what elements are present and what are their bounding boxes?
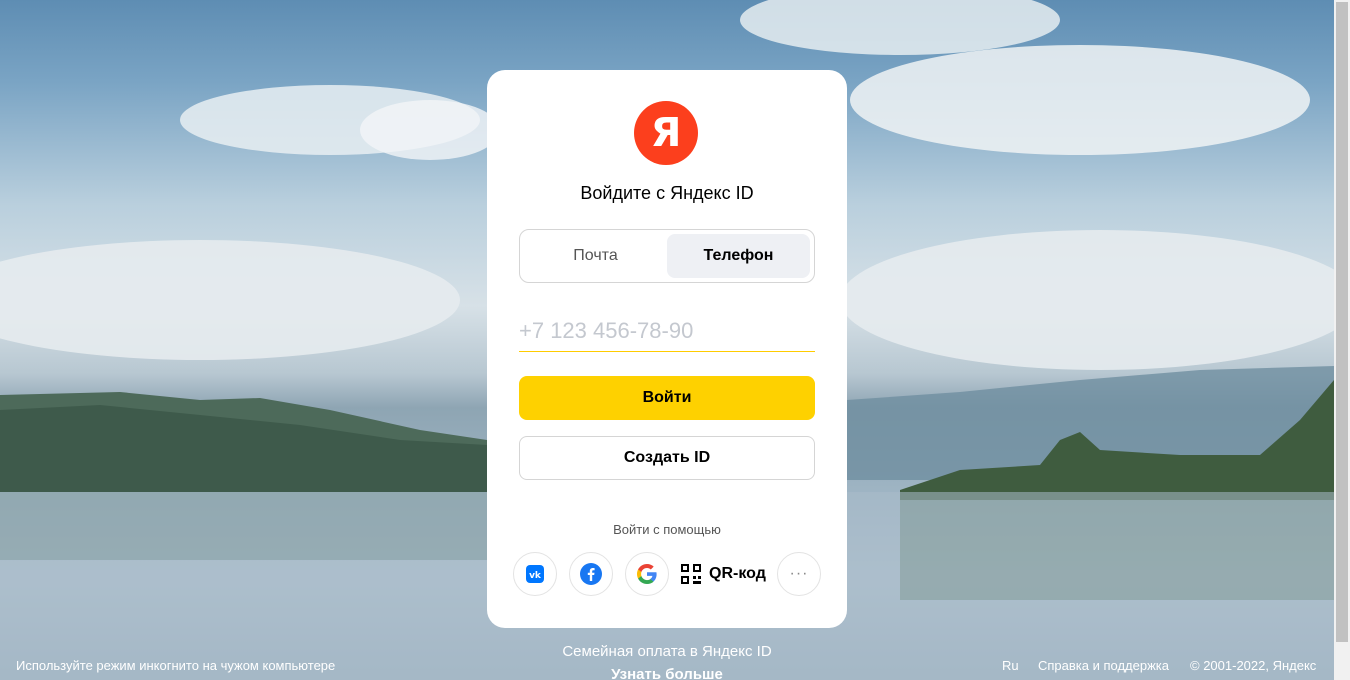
yandex-logo[interactable]: Я [634,101,698,165]
tab-email[interactable]: Почта [524,234,667,278]
incognito-hint: Используйте режим инкогнито на чужом ком… [16,658,336,673]
phone-input[interactable] [519,310,815,352]
qr-code-icon [681,564,701,584]
page-title: Войдите с Яндекс ID [580,183,754,203]
alt-login-label: Войти с помощью [613,522,721,537]
more-icon: ··· [789,565,809,582]
facebook-login-button[interactable] [569,552,613,596]
qr-label: QR-код [709,565,766,582]
more-login-options-button[interactable]: ··· [777,552,821,596]
copyright: © 2001-2022, Яндекс [1190,658,1317,673]
help-link[interactable]: Справка и поддержка [1038,658,1169,673]
qr-login-button[interactable]: QR-код [681,552,766,596]
login-button[interactable]: Войти [519,376,815,420]
page-scrollbar[interactable] [1334,0,1350,680]
social-login-row: vk QR-код ··· [513,552,821,596]
yandex-logo-letter: Я [650,110,682,156]
learn-more-link[interactable]: Узнать больше [487,666,847,680]
login-method-tabs: Почта Телефон [519,229,815,283]
google-icon [637,564,657,584]
create-id-button[interactable]: Создать ID [519,436,815,480]
tab-phone[interactable]: Телефон [667,234,810,278]
google-login-button[interactable] [625,552,669,596]
scrollbar-thumb[interactable] [1336,2,1348,642]
vk-icon: vk [526,565,544,583]
svg-text:vk: vk [529,571,542,581]
facebook-icon [580,563,602,585]
language-switcher[interactable]: Ru [1002,658,1019,673]
family-payment-promo: Семейная оплата в Яндекс ID [562,643,772,660]
login-card: Я Войдите с Яндекс ID Почта Телефон Войт… [487,70,847,628]
vk-login-button[interactable]: vk [513,552,557,596]
